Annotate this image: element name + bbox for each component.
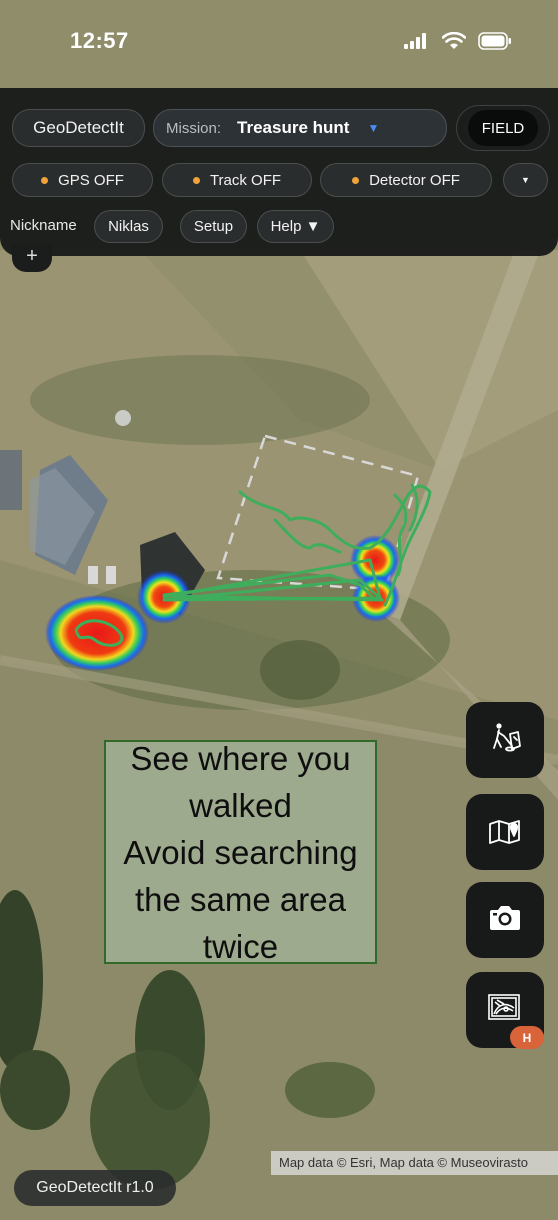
- info-note: See where you walked Avoid searching the…: [104, 740, 377, 965]
- wifi-icon: [441, 31, 467, 55]
- track-toggle-label: Track OFF: [209, 171, 282, 189]
- cellular-signal-icon: [404, 33, 430, 54]
- app-version-badge[interactable]: GeoDetectIt r1.0: [14, 1170, 176, 1206]
- mission-label: Mission:: [166, 119, 222, 137]
- status-dot-icon: [192, 176, 200, 184]
- note-line: walked: [189, 786, 292, 824]
- note-line: the same area: [135, 880, 346, 918]
- status-icons: [404, 31, 512, 55]
- app-name-button[interactable]: GeoDetectIt: [12, 109, 145, 147]
- status-time: 12:57: [70, 28, 129, 53]
- detector-mode-button[interactable]: [466, 702, 544, 778]
- status-bar: 12:57: [0, 0, 558, 84]
- mission-selector[interactable]: Mission: Treasure hunt ▼: [153, 109, 447, 147]
- detectorist-icon: [488, 722, 522, 759]
- heatmap-badge: H: [510, 1026, 544, 1049]
- gps-toggle-label: GPS OFF: [58, 171, 124, 189]
- map-layers-button[interactable]: [466, 794, 544, 870]
- camera-icon: [487, 904, 523, 937]
- battery-icon: [478, 32, 512, 55]
- mission-value: Treasure hunt: [237, 118, 350, 137]
- note-line: See where you: [130, 739, 351, 777]
- top-control-panel: GeoDetectIt Mission: Treasure hunt ▼ FIE…: [0, 88, 558, 256]
- track-toggle[interactable]: Track OFF: [162, 163, 312, 197]
- heatmap-icon: [486, 992, 524, 1029]
- map-attribution: Map data © Esri, Map data © Museovirasto: [271, 1151, 558, 1175]
- status-dot-icon: [41, 176, 49, 184]
- note-line: twice: [202, 927, 279, 965]
- setup-button[interactable]: Setup: [180, 210, 247, 243]
- nickname-button[interactable]: Niklas: [94, 210, 163, 243]
- chevron-down-icon: ▼: [521, 175, 530, 185]
- help-dropdown-button[interactable]: Help ▼: [257, 210, 334, 243]
- camera-button[interactable]: [466, 882, 544, 958]
- field-mode-toggle[interactable]: FIELD: [456, 105, 550, 151]
- gps-toggle[interactable]: GPS OFF: [12, 163, 153, 197]
- chevron-down-icon: ▼: [367, 121, 380, 135]
- detector-toggle[interactable]: Detector OFF: [320, 163, 492, 197]
- note-line: Avoid searching: [123, 833, 358, 871]
- zoom-in-button[interactable]: +: [12, 244, 52, 272]
- nickname-label: Nickname: [10, 217, 77, 234]
- status-dot-icon: [352, 176, 360, 184]
- more-options-button[interactable]: ▼: [503, 163, 548, 197]
- info-note-text: See where you walked Avoid searching the…: [123, 735, 357, 970]
- detector-toggle-label: Detector OFF: [369, 171, 460, 189]
- field-mode-label: FIELD: [468, 110, 538, 146]
- map-icon: [488, 816, 522, 849]
